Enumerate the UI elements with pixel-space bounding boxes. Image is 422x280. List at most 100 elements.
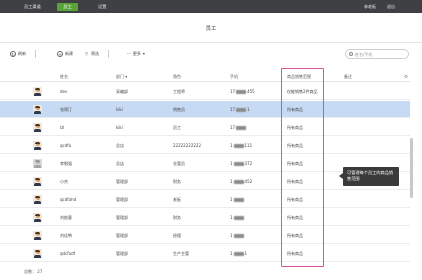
cell-name: 李钢强 <box>60 161 72 166</box>
header-dept[interactable]: 部门 ▾ <box>116 72 127 82</box>
cell-name: 刘舫客 <box>60 215 72 220</box>
cell-role: 销售员 <box>173 107 185 112</box>
nav-item-settings[interactable]: 设置 <box>98 0 106 13</box>
phone-prefix: 17 <box>230 107 236 112</box>
cell-role: 工程师 <box>173 89 185 94</box>
header-phone[interactable]: 手机 <box>230 72 238 82</box>
phone-redaction <box>233 216 244 220</box>
user-name[interactable]: 林老板 <box>364 0 376 13</box>
cell-phone: 1 <box>230 209 245 226</box>
header-role[interactable]: 角色 <box>173 72 181 82</box>
phone-prefix: 1 <box>230 179 233 184</box>
header-name[interactable]: 姓名 <box>60 72 68 82</box>
phone-redaction <box>233 144 244 148</box>
more-dots-icon: ··· <box>127 51 131 56</box>
cell-role: 生产主管 <box>173 251 189 256</box>
table-row[interactable]: 刘佳鸭 管理部 经理 所有商品 1 <box>0 227 410 244</box>
avatar <box>33 123 42 132</box>
cell-role: 仓管员 <box>173 161 185 166</box>
avatar <box>33 141 42 150</box>
nav-item-channel[interactable]: 员工渠道 <box>24 0 41 13</box>
chevron-down-icon: ▾ <box>142 51 145 56</box>
phone-redaction <box>233 252 244 256</box>
table-row[interactable]: lzl kiki 员工 所有商品 17 <box>0 119 410 136</box>
phone-prefix: 1 <box>230 251 233 256</box>
table-row[interactable]: qdcfadf 管理部 生产主管 所有商品 1 1 <box>0 245 410 262</box>
cell-phone: 1 111 <box>230 137 252 154</box>
search-input[interactable]: 姓名/手机 <box>345 49 409 59</box>
sort-down-icon: ▾ <box>125 74 128 79</box>
phone-redaction <box>236 126 247 130</box>
title-divider <box>0 42 422 43</box>
cell-dept: 管理部 <box>116 233 128 238</box>
avatar <box>33 105 42 114</box>
scope-column-highlight <box>281 68 324 267</box>
avatar <box>33 177 42 186</box>
cell-name: lzl <box>60 125 65 130</box>
table-row[interactable]: 张锦汀 kiki 销售员 所有商品 17 1 <box>0 101 410 118</box>
cell-role: 22222222222 <box>173 143 201 148</box>
phone-prefix: 1 <box>230 233 233 238</box>
header-remark[interactable]: 备注 <box>344 72 352 82</box>
phone-suffix: 452 <box>244 179 253 184</box>
total-value: 27 <box>37 269 43 274</box>
cell-phone: 1 <box>230 227 245 244</box>
cell-name: dev <box>60 89 68 94</box>
phone-suffix: 111 <box>244 143 253 148</box>
table-header: 姓名 部门 ▾ 角色 手机 商品销售范围 备注 <box>0 72 410 82</box>
tooltip: 可管理每个员工的商品销售范围 <box>339 167 399 186</box>
toolbar-separator <box>108 50 109 58</box>
phone-suffix: 455 <box>247 89 255 94</box>
phone-suffix: 1 <box>247 107 250 112</box>
phone-redaction <box>233 198 244 202</box>
gear-icon[interactable]: ⚙ <box>404 75 408 80</box>
cell-dept: 总店 <box>116 161 124 166</box>
cell-name: 小杰 <box>60 179 68 184</box>
search-placeholder: 姓名/手机 <box>355 52 373 57</box>
scrollbar[interactable] <box>410 138 413 198</box>
cell-name: qdcfadf <box>60 251 76 256</box>
phone-redaction <box>233 180 244 184</box>
cell-role: 财务 <box>173 179 181 184</box>
cell-dept: kiki <box>116 107 123 112</box>
phone-prefix: 17 <box>230 125 236 130</box>
avatar <box>33 249 42 258</box>
table-row[interactable]: 刘舫客 管理部 财务 所有商品 1 <box>0 209 410 226</box>
cell-dept: 采编部 <box>116 89 128 94</box>
cell-phone: 1 372 <box>230 155 252 172</box>
table-row[interactable]: qcdfahd 管理部 老板 所有商品 1 <box>0 191 410 208</box>
cell-dept: 管理部 <box>116 251 128 256</box>
refresh-icon: ↻ <box>10 51 16 57</box>
total-label: 总数： <box>24 269 36 274</box>
header-dept-label: 部门 <box>116 74 124 79</box>
cell-phone: 17 455 <box>230 83 255 100</box>
cell-dept: 管理部 <box>116 197 128 202</box>
more-label: 更多 <box>132 51 141 56</box>
more-button[interactable]: ··· 更多 ▾ <box>127 50 145 58</box>
cell-role: 财务 <box>173 215 181 220</box>
filter-button[interactable]: ▽ 筛选 <box>84 50 99 58</box>
phone-redaction <box>236 90 247 94</box>
avatar <box>33 195 42 204</box>
cell-dept: 管理部 <box>116 215 128 220</box>
logout-link[interactable]: 退出 <box>387 0 395 13</box>
nav-item-employee[interactable]: 员工 <box>57 3 78 11</box>
refresh-button[interactable]: ↻ 刷新 <box>10 50 26 58</box>
add-button[interactable]: + 新建 <box>57 50 73 58</box>
cell-dept: 总店 <box>116 143 124 148</box>
cell-role: 员工 <box>173 125 181 130</box>
cell-phone: 1 <box>230 191 245 208</box>
phone-prefix: 1 <box>230 143 233 148</box>
phone-redaction <box>236 108 247 112</box>
table-row[interactable]: dev 采编部 工程师 仅能销售2件商品 17 455 <box>0 83 410 100</box>
cell-name: 张锦汀 <box>60 107 72 112</box>
table-row[interactable]: qcdfa 总店 22222222222 所有商品 1 111 <box>0 137 410 154</box>
phone-suffix: 372 <box>244 161 253 166</box>
cell-phone: 1 452 <box>230 173 252 190</box>
phone-prefix: 17 <box>230 89 236 94</box>
cell-phone: 17 <box>230 119 247 136</box>
phone-suffix: 1 <box>244 251 248 256</box>
plus-icon: + <box>57 51 63 57</box>
cell-dept: 管理部 <box>116 179 128 184</box>
phone-prefix: 1 <box>230 215 233 220</box>
